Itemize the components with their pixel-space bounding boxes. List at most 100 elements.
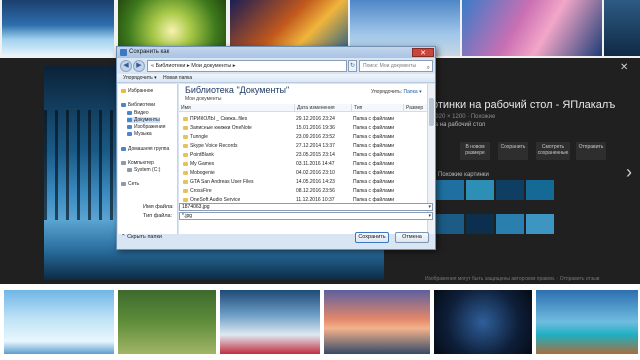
action-save-button[interactable]: Сохранить — [498, 142, 528, 160]
close-viewer-icon[interactable]: ✕ — [620, 62, 628, 73]
folder-icon — [183, 170, 188, 175]
result-thumbnail[interactable] — [462, 0, 602, 56]
scrollbar-thumb[interactable] — [429, 98, 434, 126]
file-name-input[interactable]: 1874063.jpg ▾ — [179, 203, 433, 211]
column-headers: Имя Дата изменения Тип Размер — [179, 104, 427, 112]
viewer-attribution: Изображения могут быть защищены авторски… — [425, 276, 600, 282]
refresh-icon[interactable]: ↻ — [348, 60, 357, 72]
result-thumbnail[interactable] — [220, 290, 320, 354]
search-input[interactable]: Поиск: Мои документы ⌕ — [359, 60, 433, 72]
file-type-select[interactable]: *.jpg ▾ — [179, 212, 433, 220]
folder-icon — [183, 134, 188, 139]
result-thumbnail[interactable] — [434, 290, 532, 354]
column-type[interactable]: Тип — [352, 104, 404, 112]
folder-icon — [183, 161, 188, 166]
action-share-button[interactable]: Отправить — [576, 142, 606, 160]
address-row: ◀ ▶ « Библиотеки ▸ Мои документы ▸ ↻ Пои… — [117, 59, 435, 73]
similar-thumbnail[interactable] — [496, 180, 524, 200]
action-saved-button[interactable]: Смотреть сохраненные — [536, 142, 570, 160]
nav-homegroup[interactable]: Домашняя группа — [121, 146, 169, 152]
new-folder-button[interactable]: Новая папка — [163, 74, 192, 83]
nav-documents[interactable]: Документы — [127, 117, 160, 123]
drive-icon — [127, 167, 132, 172]
folder-icon — [183, 143, 188, 148]
hide-folders-toggle[interactable]: ⌃ Скрыть папки — [121, 234, 162, 240]
column-name[interactable]: Имя — [179, 104, 295, 112]
file-name-label: Имя файла: — [143, 204, 174, 210]
save-button[interactable]: Сохранить — [355, 232, 389, 243]
file-row[interactable]: Tunngle 23.09.2016 23:52 Папка с файлами — [179, 133, 427, 142]
chevron-down-icon[interactable]: ▾ — [428, 204, 431, 210]
computer-icon — [121, 160, 126, 165]
dialog-toolbar: Упорядочить ▾ Новая папка — [117, 74, 435, 83]
similar-images-label: Похожие картинки — [438, 172, 489, 178]
similar-thumbnail[interactable] — [526, 180, 554, 200]
file-type-value: *.jpg — [182, 213, 193, 219]
file-row[interactable]: Записные книжки OneNote 15.01.2016 19:36 П… — [179, 124, 427, 133]
folder-icon — [183, 125, 188, 130]
file-name-value: 1874063.jpg — [182, 204, 210, 210]
dialog-titlebar[interactable]: Сохранить как ✕ — [117, 47, 435, 58]
dialog-footer: ⌃ Скрыть папки Сохранить Отмена — [117, 227, 435, 249]
search-placeholder: Поиск: Мои документы — [363, 63, 417, 69]
similar-thumbnail[interactable] — [526, 214, 554, 234]
result-thumbnail[interactable] — [604, 0, 640, 56]
nav-computer[interactable]: Компьютер — [121, 160, 154, 166]
nav-system-c[interactable]: System (C:) — [127, 167, 160, 173]
file-row[interactable]: PointBlank 23.05.2015 23:14 Папка с файлам… — [179, 151, 427, 160]
library-title: Библиотека "Документы" — [185, 85, 290, 95]
next-arrow-icon[interactable]: › — [626, 162, 632, 183]
nav-libraries[interactable]: Библиотеки — [121, 102, 155, 108]
similar-thumbnail[interactable] — [466, 214, 494, 234]
dialog-app-icon — [120, 49, 127, 56]
nav-video[interactable]: Видео — [127, 110, 149, 116]
organize-menu[interactable]: Упорядочить ▾ — [123, 74, 157, 83]
video-icon — [127, 110, 132, 115]
column-date[interactable]: Дата изменения — [295, 104, 352, 112]
file-fields: Имя файла: 1874063.jpg ▾ Тип файла: *.jp… — [117, 202, 435, 222]
images-icon — [127, 124, 132, 129]
similar-thumbnail[interactable] — [436, 214, 464, 234]
library-header: Библиотека "Документы" Мои документы Упо… — [179, 84, 427, 104]
star-icon — [121, 88, 126, 93]
file-row[interactable]: Mobogenie 04.02.2016 23:10 Папка с файлами — [179, 169, 427, 178]
viewer-category: ка на рабочий стол — [432, 122, 486, 128]
dialog-close-button[interactable]: ✕ — [412, 48, 434, 57]
dialog-title: Сохранить как — [129, 49, 170, 55]
similar-thumbnail[interactable] — [436, 180, 464, 200]
result-thumbnail[interactable] — [118, 290, 216, 354]
result-thumbnail[interactable] — [324, 290, 430, 354]
similar-thumbnail[interactable] — [466, 180, 494, 200]
documents-icon — [127, 117, 132, 122]
nav-network[interactable]: Сеть — [121, 181, 139, 187]
result-thumbnail[interactable] — [4, 290, 114, 354]
back-arrow-icon[interactable]: ◀ — [120, 60, 132, 72]
result-thumbnail[interactable] — [536, 290, 638, 354]
column-size[interactable]: Размер — [404, 104, 427, 112]
address-bar[interactable]: « Библиотеки ▸ Мои документы ▸ — [147, 60, 347, 72]
viewer-subtitle: 1920 × 1200 · Похожие — [432, 114, 496, 120]
nav-images[interactable]: Изображения — [127, 124, 165, 130]
file-row[interactable]: Skype Voice Records 27.12.2014 13:37 Папка… — [179, 142, 427, 151]
library-subtitle: Мои документы — [185, 96, 222, 102]
file-row[interactable]: CrossFire 08.12.2016 23:56 Папка с файлами — [179, 187, 427, 196]
homegroup-icon — [121, 146, 126, 151]
arrange-by: Упорядочить: Папка ▾ — [371, 89, 422, 95]
nav-music[interactable]: Музыка — [127, 131, 152, 137]
folder-icon — [183, 179, 188, 184]
arrange-by-label: Упорядочить: — [371, 89, 403, 95]
search-icon: ⌕ — [426, 65, 430, 71]
file-row[interactable]: GTA San Andreas User Files 14.05.2016 14:… — [179, 178, 427, 187]
cancel-button[interactable]: Отмена — [395, 232, 429, 243]
folder-icon — [183, 116, 188, 121]
result-thumbnail[interactable] — [2, 0, 114, 56]
arrange-by-select[interactable]: Папка ▾ — [404, 89, 422, 95]
forward-arrow-icon[interactable]: ▶ — [133, 60, 145, 72]
action-resize-button[interactable]: В новом размере — [460, 142, 490, 160]
music-icon — [127, 131, 132, 136]
file-row[interactable]: My Games 03.11.2016 14:47 Папка с файлами — [179, 160, 427, 169]
similar-thumbnail[interactable] — [496, 214, 524, 234]
file-row[interactable]: ПРИКОЛЫ _ Свежа..files 29.12.2016 23:24 Па… — [179, 115, 427, 124]
nav-favorites[interactable]: Избранное — [121, 88, 153, 94]
chevron-down-icon[interactable]: ▾ — [428, 213, 431, 219]
